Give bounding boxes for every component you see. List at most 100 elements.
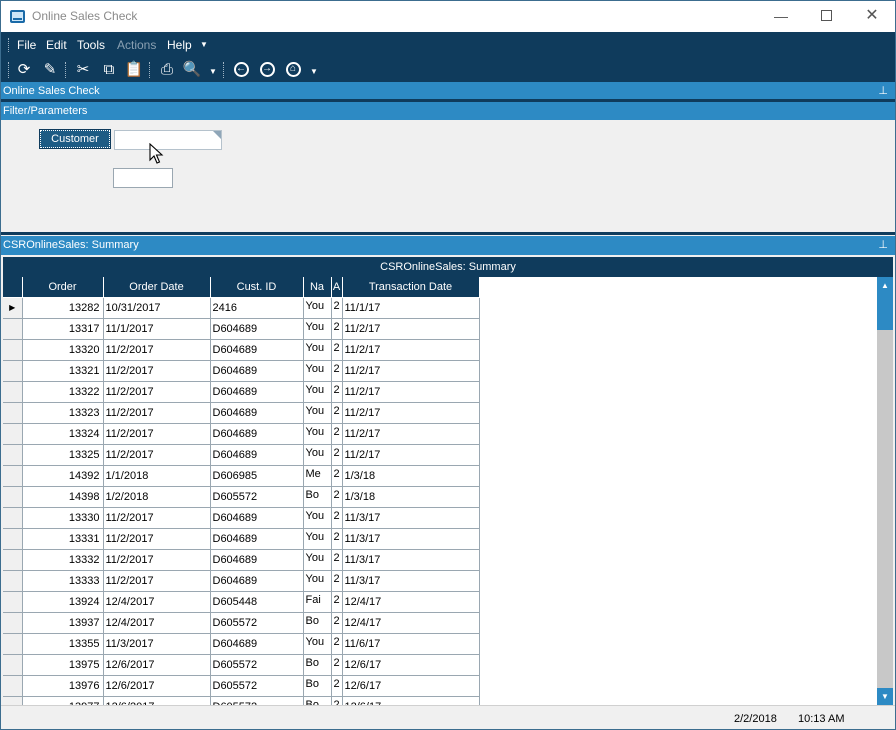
grid-cell[interactable]: You [303, 381, 332, 403]
pin-icon[interactable]: ⊥ [878, 82, 888, 100]
cut-button[interactable]: ✂ [72, 60, 94, 80]
grid-cell[interactable]: 13331 [22, 528, 104, 550]
grid-cell[interactable]: 12/4/2017 [103, 612, 211, 634]
table-row[interactable]: 13324 11/2/2017 D604689 You 2 11/2/17 [3, 423, 480, 445]
grid-cell[interactable]: 2 [331, 360, 343, 382]
grid-cell[interactable]: 13332 [22, 549, 104, 571]
grid-cell[interactable]: 11/2/2017 [103, 528, 211, 550]
menu-actions[interactable]: Actions [117, 38, 156, 52]
grid-cell[interactable]: 12/6/17 [342, 654, 480, 676]
grid-cell[interactable]: 11/2/17 [342, 360, 480, 382]
grid-cell[interactable]: 14398 [22, 486, 104, 508]
table-row[interactable]: 13330 11/2/2017 D604689 You 2 11/3/17 [3, 507, 480, 529]
column-header[interactable]: Cust. ID [210, 277, 304, 298]
maximize-button[interactable] [803, 1, 849, 32]
grid-cell[interactable]: 2 [331, 696, 343, 705]
row-selector[interactable] [3, 423, 23, 445]
table-row[interactable]: 13976 12/6/2017 D605572 Bo 2 12/6/17 [3, 675, 480, 697]
back-button[interactable]: ← [230, 60, 252, 80]
grid-cell[interactable]: 2 [331, 570, 343, 592]
row-selector[interactable] [3, 633, 23, 655]
grid-cell[interactable]: 13321 [22, 360, 104, 382]
grid-cell[interactable]: 1/2/2018 [103, 486, 211, 508]
grid-cell[interactable]: 12/4/17 [342, 612, 480, 634]
table-row[interactable]: 13325 11/2/2017 D604689 You 2 11/2/17 [3, 444, 480, 466]
menu-file[interactable]: File [17, 38, 36, 52]
grid-cell[interactable]: 11/6/17 [342, 633, 480, 655]
grid-cell[interactable]: You [303, 570, 332, 592]
print-preview-button[interactable]: 🔍 [181, 60, 203, 80]
grid-cell[interactable]: 2 [331, 633, 343, 655]
summary-section-header[interactable]: CSROnlineSales: Summary ⊥ [1, 236, 895, 255]
row-selector[interactable] [3, 612, 23, 634]
grid-cell[interactable]: 13323 [22, 402, 104, 424]
grid-cell[interactable]: 11/2/2017 [103, 381, 211, 403]
grid-cell[interactable]: 13937 [22, 612, 104, 634]
table-row[interactable]: 14398 1/2/2018 D605572 Bo 2 1/3/18 [3, 486, 480, 508]
grid-cell[interactable]: D604689 [210, 360, 304, 382]
grid-cell[interactable]: 2 [331, 528, 343, 550]
table-row[interactable]: 1397712/6/2017D605572Bo212/6/17 [3, 696, 480, 705]
column-header[interactable]: Na [303, 277, 332, 298]
row-selector[interactable] [3, 318, 23, 340]
grid-cell[interactable]: 11/2/2017 [103, 507, 211, 529]
grid-cell[interactable]: D605572 [210, 675, 304, 697]
grid-cell[interactable]: 11/1/2017 [103, 318, 211, 340]
grid-cell[interactable]: 2416 [210, 297, 304, 319]
grid-cell[interactable]: 11/2/17 [342, 402, 480, 424]
row-selector[interactable] [3, 507, 23, 529]
grid-cell[interactable]: 2 [331, 507, 343, 529]
column-header[interactable]: Order [22, 277, 104, 298]
table-row[interactable]: 14392 1/1/2018 D606985 Me 2 1/3/18 [3, 465, 480, 487]
grid-cell[interactable]: 11/3/17 [342, 549, 480, 571]
grid-cell[interactable]: 2 [331, 339, 343, 361]
grid-cell[interactable]: 2 [331, 381, 343, 403]
grid-cell[interactable]: 2 [331, 675, 343, 697]
grid-cell[interactable]: You [303, 360, 332, 382]
grid-cell[interactable]: 13325 [22, 444, 104, 466]
filter-section-header[interactable]: Filter/Parameters [1, 102, 895, 121]
customer-input[interactable] [114, 130, 222, 150]
grid-cell[interactable]: D604689 [210, 444, 304, 466]
grid-cell[interactable]: 11/2/2017 [103, 549, 211, 571]
menu-overflow-chevron-down-icon[interactable]: ▼ [200, 40, 208, 49]
grid-cell[interactable]: You [303, 423, 332, 445]
grid-cell[interactable]: You [303, 549, 332, 571]
table-row[interactable]: 13317 11/1/2017 D604689 You 2 11/2/17 [3, 318, 480, 340]
paste-button[interactable]: 📋 [123, 60, 145, 80]
grid-cell[interactable]: D606985 [210, 465, 304, 487]
grid-cell[interactable]: Bo [303, 486, 332, 508]
grid-cell[interactable]: D605448 [210, 591, 304, 613]
grid-cell[interactable]: 2 [331, 591, 343, 613]
grid-cell[interactable]: 11/2/17 [342, 444, 480, 466]
grid-cell[interactable]: Bo [303, 654, 332, 676]
grid-cell[interactable]: You [303, 297, 332, 319]
scroll-down-arrow-icon[interactable]: ▼ [877, 688, 893, 705]
column-header[interactable]: Order Date [103, 277, 211, 298]
row-selector[interactable] [3, 549, 23, 571]
grid-cell[interactable]: 12/4/17 [342, 591, 480, 613]
menu-edit[interactable]: Edit [46, 38, 67, 52]
grid-cell[interactable]: 11/2/17 [342, 381, 480, 403]
grid-cell[interactable]: 12/6/17 [342, 675, 480, 697]
grid-cell[interactable]: 13975 [22, 654, 104, 676]
grid-cell[interactable]: D604689 [210, 402, 304, 424]
grid-cell[interactable]: 12/6/17 [342, 696, 480, 705]
grid-cell[interactable]: 11/3/2017 [103, 633, 211, 655]
grid-cell[interactable]: You [303, 318, 332, 340]
table-row[interactable]: 13323 11/2/2017 D604689 You 2 11/2/17 [3, 402, 480, 424]
customer-name-field[interactable] [113, 168, 173, 188]
grid-cell[interactable]: 11/2/17 [342, 318, 480, 340]
grid-cell[interactable]: You [303, 633, 332, 655]
grid-cell[interactable]: 11/3/17 [342, 528, 480, 550]
grid-cell[interactable]: 11/2/17 [342, 423, 480, 445]
vertical-scrollbar[interactable]: ▲ ▼ [877, 277, 893, 705]
grid-cell[interactable]: D605572 [210, 612, 304, 634]
grid-cell[interactable]: D604689 [210, 507, 304, 529]
grid-cell[interactable]: D605572 [210, 486, 304, 508]
print-options-chevron-down-icon[interactable]: ▼ [209, 67, 217, 76]
grid-cell[interactable]: 13322 [22, 381, 104, 403]
grid-cell[interactable]: 13355 [22, 633, 104, 655]
row-selector[interactable] [3, 486, 23, 508]
menu-help[interactable]: Help [167, 38, 192, 52]
